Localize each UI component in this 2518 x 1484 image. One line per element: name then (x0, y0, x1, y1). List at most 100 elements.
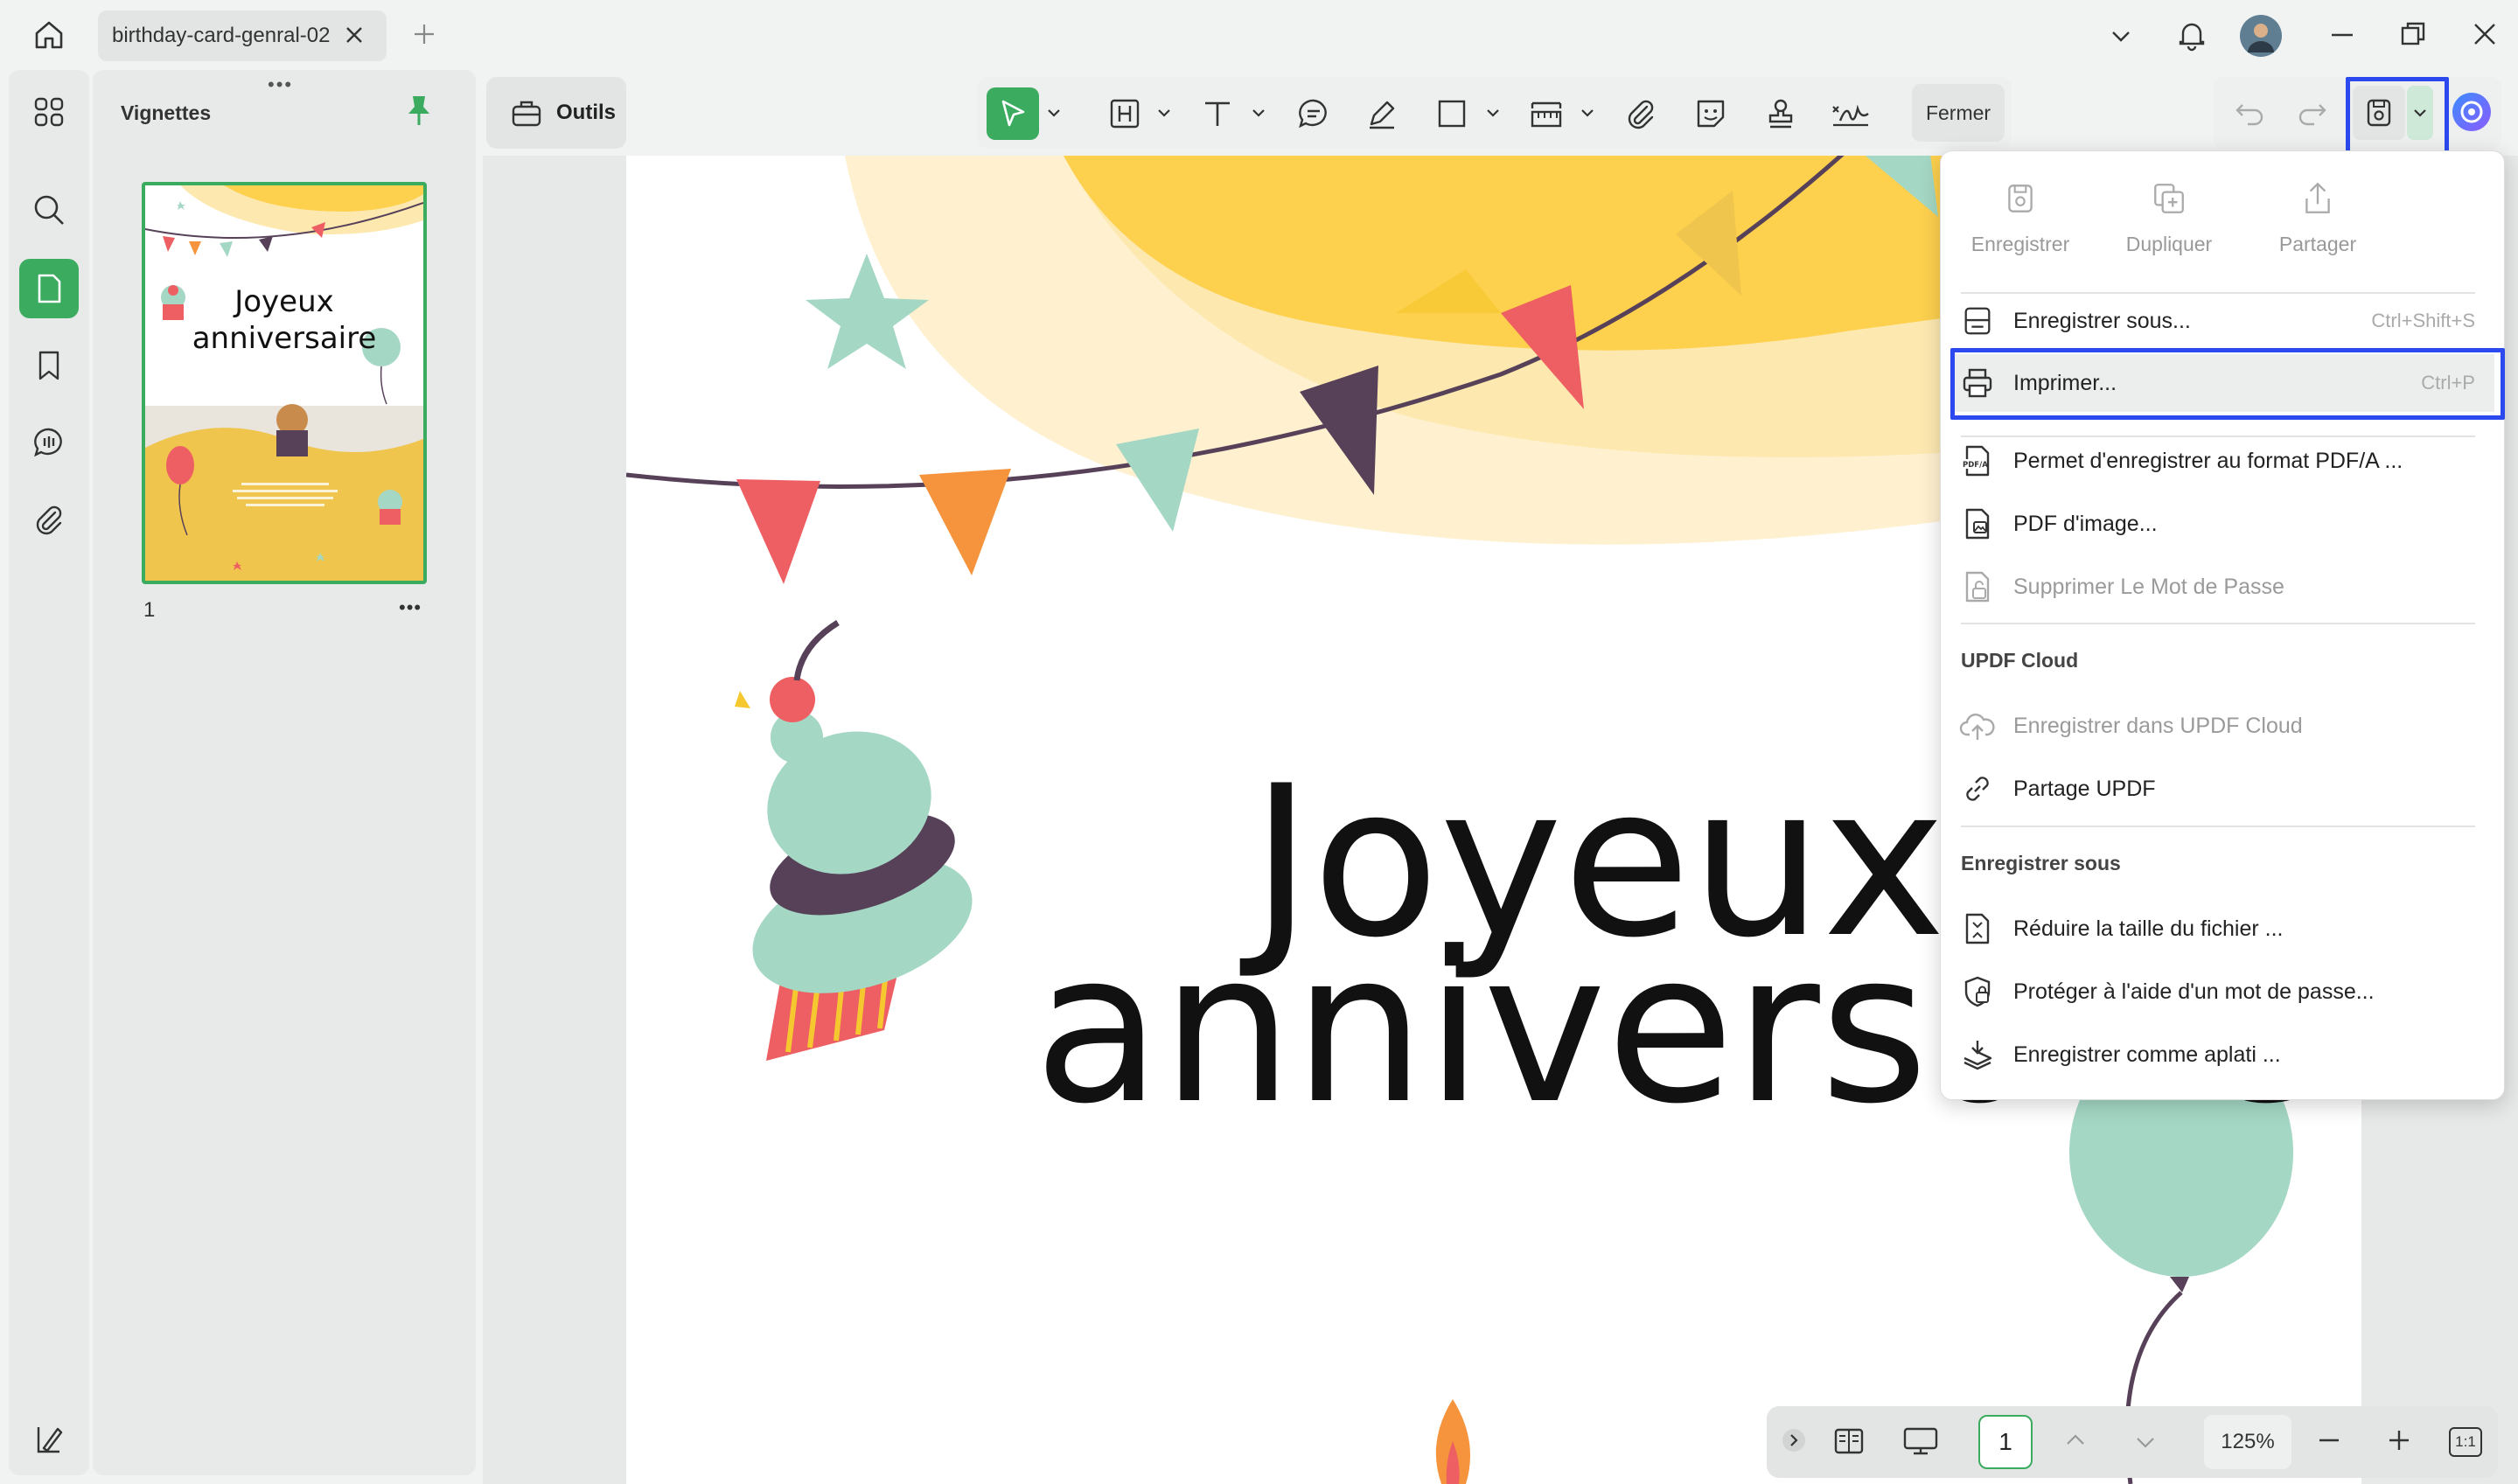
thumbnail-title-line1: Joyeux (234, 284, 334, 319)
menu-save-flattened[interactable]: Enregistrer comme aplati ... (1950, 1026, 2494, 1083)
compress-icon (1950, 911, 2005, 946)
shape-tool-button[interactable] (1426, 87, 1478, 140)
menu-protect-password[interactable]: Protéger à l'aide d'un mot de passe... (1950, 963, 2494, 1021)
pin-icon[interactable] (404, 93, 434, 128)
menu-divider (1961, 826, 2475, 827)
paperclip-icon (31, 502, 66, 537)
home-icon[interactable] (31, 17, 66, 52)
menu-save-pdfa[interactable]: PDF/A Permet d'enregistrer au format PDF… (1950, 432, 2494, 490)
menu-reduce-size-label: Réduire la taille du fichier ... (2013, 916, 2284, 941)
image-pdf-icon (1950, 506, 2005, 541)
chevron-down-icon[interactable] (2108, 23, 2134, 49)
menu-duplicate-label: Dupliquer (2125, 233, 2213, 255)
menu-duplicate-action[interactable]: Dupliquer (2099, 180, 2239, 256)
panel-drag-handle[interactable]: ••• (268, 73, 293, 96)
ruler-icon (1528, 96, 1565, 131)
signature-tool-button[interactable] (1824, 87, 1877, 140)
zoom-out-icon[interactable] (2316, 1427, 2342, 1453)
search-button[interactable] (19, 180, 79, 240)
next-page-icon[interactable] (2132, 1429, 2159, 1455)
close-window-icon[interactable] (2470, 19, 2500, 49)
stamp-tool-button[interactable] (1754, 87, 1807, 140)
text-tool-button[interactable] (1191, 87, 1244, 140)
apps-grid-button[interactable] (19, 82, 79, 142)
menu-divider (1961, 623, 2475, 624)
close-edit-button[interactable]: Fermer (1912, 84, 2005, 142)
previous-page-icon[interactable] (2062, 1427, 2089, 1453)
menu-save-action[interactable]: Enregistrer (1950, 180, 2090, 256)
zoom-level[interactable]: 125% (2204, 1415, 2291, 1469)
thumbnail-more-button[interactable]: ••• (399, 596, 422, 619)
expand-icon[interactable] (1781, 1427, 1807, 1453)
layers-icon (31, 1422, 66, 1457)
document-tab[interactable]: birthday-card-genral-02 (98, 10, 387, 61)
attach-tool-button[interactable] (1615, 87, 1667, 140)
page-number-input[interactable]: 1 (1978, 1415, 2033, 1469)
menu-remove-password[interactable]: Supprimer Le Mot de Passe (1950, 558, 2494, 616)
menu-share-updf[interactable]: Partage UPDF (1950, 760, 2494, 818)
bell-icon[interactable] (2174, 17, 2209, 52)
presentation-icon[interactable] (1901, 1424, 1940, 1459)
link-icon (1950, 771, 2005, 806)
avatar[interactable] (2239, 14, 2283, 58)
new-tab-icon[interactable] (411, 21, 437, 47)
paperclip-icon (1623, 96, 1658, 131)
menu-save-as-shortcut: Ctrl+Shift+S (2371, 310, 2475, 331)
actual-size-button[interactable]: 1:1 (2449, 1427, 2482, 1457)
attachments-button[interactable] (19, 490, 79, 549)
restore-icon[interactable] (2398, 19, 2428, 49)
menu-pdf-image-label: PDF d'image... (2013, 511, 2158, 536)
menu-share-action[interactable]: Partager (2248, 180, 2388, 256)
menu-save-label: Enregistrer (1970, 233, 2070, 255)
menu-reduce-size[interactable]: Réduire la taille du fichier ... (1950, 900, 2494, 958)
close-tab-icon[interactable] (341, 22, 367, 48)
chevron-down-icon[interactable] (1044, 103, 1064, 122)
menu-section-save-as: Enregistrer sous (1961, 852, 2121, 874)
cursor-icon (995, 96, 1030, 131)
chevron-down-icon[interactable] (1483, 103, 1503, 122)
tools-button[interactable]: Outils (486, 77, 626, 149)
menu-pdf-image[interactable]: PDF d'image... (1950, 495, 2494, 553)
measure-tool-button[interactable] (1520, 87, 1573, 140)
undo-icon[interactable] (2232, 94, 2267, 129)
svg-text:PDF/A: PDF/A (1963, 461, 1988, 470)
highlight-tool-button[interactable] (1099, 87, 1151, 140)
menu-protect-label: Protéger à l'aide d'un mot de passe... (2013, 979, 2375, 1004)
print-focus-highlight (1950, 348, 2505, 420)
rectangle-icon (1434, 96, 1469, 131)
cloud-upload-icon (1950, 708, 2005, 743)
redo-icon[interactable] (2295, 94, 2330, 129)
pencil-icon (1364, 96, 1399, 131)
page-thumbnail[interactable]: Joyeux anniversaire (142, 182, 427, 584)
bookmarks-button[interactable] (19, 336, 79, 395)
sticker-tool-button[interactable] (1684, 87, 1737, 140)
zoom-in-icon[interactable] (2386, 1427, 2412, 1453)
page-layout-icon[interactable] (1831, 1424, 1866, 1459)
menu-save-as[interactable]: Enregistrer sous... Ctrl+Shift+S (1950, 292, 2494, 350)
menu-save-as-label: Enregistrer sous... (2013, 308, 2191, 333)
pdfa-icon: PDF/A (1950, 443, 2005, 478)
comments-button[interactable] (19, 413, 79, 472)
comment-bubble-icon (1296, 96, 1331, 131)
thumbnails-button[interactable] (19, 259, 79, 318)
save-focus-highlight (2346, 77, 2449, 156)
thumbnail-page-number: 1 (143, 598, 156, 622)
duplicate-icon (2099, 180, 2239, 217)
menu-save-cloud-label: Enregistrer dans UPDF Cloud (2013, 713, 2303, 738)
chevron-down-icon[interactable] (1154, 103, 1174, 122)
toolbox-icon (509, 95, 544, 130)
tab-title: birthday-card-genral-02 (112, 24, 331, 47)
minimize-icon[interactable] (2328, 21, 2356, 49)
ai-assistant-icon[interactable] (2451, 91, 2493, 133)
menu-save-cloud[interactable]: Enregistrer dans UPDF Cloud (1950, 697, 2494, 755)
comment-icon (31, 425, 66, 460)
comment-tool-button[interactable] (1287, 87, 1340, 140)
chevron-down-icon[interactable] (1578, 103, 1597, 122)
pages-icon (31, 271, 66, 306)
pencil-tool-button[interactable] (1356, 87, 1408, 140)
save-as-icon (1950, 304, 2005, 338)
layers-button[interactable] (19, 1410, 79, 1469)
shield-lock-icon (1950, 974, 2005, 1009)
select-tool-button[interactable] (987, 87, 1039, 140)
chevron-down-icon[interactable] (1249, 103, 1268, 122)
